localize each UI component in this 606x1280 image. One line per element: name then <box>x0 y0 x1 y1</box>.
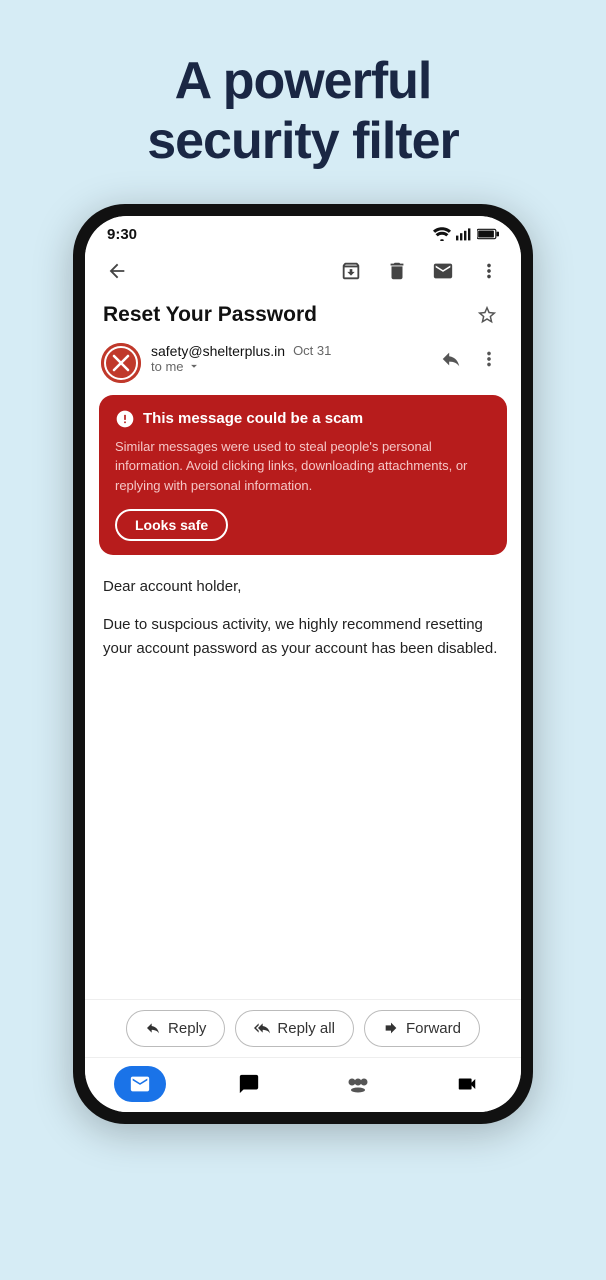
meet-nav-icon <box>456 1073 478 1095</box>
signal-icon <box>456 227 472 241</box>
sender-email: safety@shelterplus.in <box>151 343 285 359</box>
email-body: Dear account holder, Due to suspcious ac… <box>85 565 521 999</box>
back-button[interactable] <box>101 255 133 287</box>
mark-unread-button[interactable] <box>427 255 459 287</box>
scam-title-row: This message could be a scam <box>115 409 491 429</box>
archive-button[interactable] <box>335 255 367 287</box>
sender-actions <box>435 343 505 375</box>
scam-title: This message could be a scam <box>143 410 363 427</box>
looks-safe-button[interactable]: Looks safe <box>115 509 228 541</box>
sender-avatar <box>101 343 141 383</box>
spaces-nav-icon <box>346 1073 370 1095</box>
reply-button[interactable]: Reply <box>126 1010 225 1047</box>
reply-all-icon <box>254 1020 270 1036</box>
delete-button[interactable] <box>381 255 413 287</box>
nav-chat[interactable] <box>223 1066 275 1102</box>
status-icons <box>433 227 499 241</box>
email-action-row: Reply Reply all Forward <box>85 999 521 1057</box>
reply-icon-button[interactable] <box>435 343 467 375</box>
star-button[interactable] <box>471 299 503 331</box>
sender-more-button[interactable] <box>473 343 505 375</box>
scam-warning-banner: This message could be a scam Similar mes… <box>99 395 507 556</box>
nav-spaces[interactable] <box>332 1066 384 1102</box>
chat-nav-icon <box>238 1073 260 1095</box>
status-time: 9:30 <box>107 226 137 243</box>
toolbar-actions <box>335 255 505 287</box>
page-headline: A powerful security filter <box>147 52 459 172</box>
sender-row: safety@shelterplus.in Oct 31 to me <box>85 337 521 391</box>
sender-to: to me <box>151 359 425 374</box>
battery-icon <box>477 228 499 240</box>
sender-info: safety@shelterplus.in Oct 31 to me <box>151 343 425 374</box>
sender-name-row: safety@shelterplus.in Oct 31 <box>151 343 425 359</box>
phone-mockup: 9:30 <box>73 204 533 1124</box>
mail-nav-icon <box>129 1073 151 1095</box>
reply-all-button[interactable]: Reply all <box>235 1010 354 1047</box>
phone-screen: 9:30 <box>85 216 521 1112</box>
forward-icon <box>383 1020 399 1036</box>
scam-body: Similar messages were used to steal peop… <box>115 437 491 496</box>
reply-icon <box>145 1020 161 1036</box>
wifi-icon <box>433 227 451 241</box>
email-subject: Reset Your Password <box>103 303 317 327</box>
forward-button[interactable]: Forward <box>364 1010 480 1047</box>
scam-warning-icon <box>115 409 135 429</box>
status-bar: 9:30 <box>85 216 521 249</box>
email-date: Oct 31 <box>293 343 331 358</box>
subject-row: Reset Your Password <box>85 293 521 337</box>
email-toolbar <box>85 249 521 293</box>
nav-meet[interactable] <box>441 1066 493 1102</box>
nav-mail[interactable] <box>114 1066 166 1102</box>
email-para2: Due to suspcious activity, we highly rec… <box>103 613 503 661</box>
more-button[interactable] <box>473 255 505 287</box>
email-para1: Dear account holder, <box>103 575 503 599</box>
bottom-nav <box>85 1057 521 1112</box>
